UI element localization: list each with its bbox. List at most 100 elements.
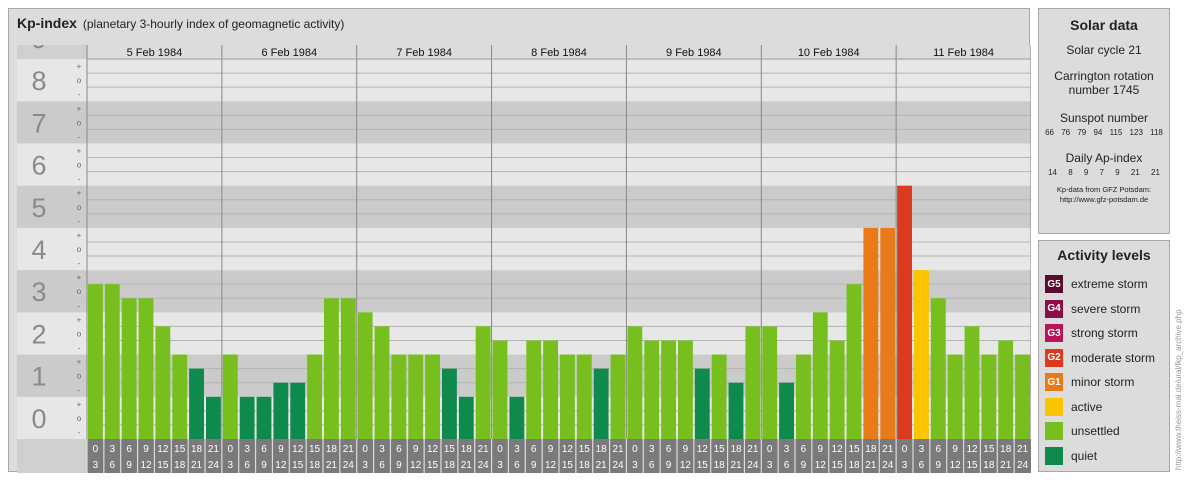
level-swatch: G2 <box>1045 348 1063 367</box>
interval-end-label: 15 <box>562 460 574 471</box>
level-swatch: G4 <box>1045 299 1063 318</box>
kp-subtick: o <box>77 161 82 170</box>
interval-start-label: 15 <box>714 444 726 455</box>
kp-subtick: o <box>77 329 82 338</box>
kp-bar <box>239 396 255 439</box>
interval-start-label: 9 <box>683 444 689 455</box>
kp-subtick: - <box>78 132 81 141</box>
kp-bar <box>981 354 997 439</box>
kp-bar <box>796 354 811 439</box>
interval-end-label: 12 <box>410 460 422 471</box>
kp-bar <box>273 382 289 439</box>
kp-bar <box>509 396 525 439</box>
kp-bar <box>307 354 322 439</box>
kp-subtick: + <box>77 189 82 198</box>
interval-end-label: 6 <box>110 460 116 471</box>
kp-bar <box>222 354 238 439</box>
kp-subtick: - <box>78 344 81 353</box>
interval-end-label: 12 <box>815 460 827 471</box>
kp-bar <box>290 382 306 439</box>
kp-bar <box>357 312 373 439</box>
interval-end-label: 24 <box>882 460 894 471</box>
kp-level-label: 2 <box>31 319 46 349</box>
interval-start-label: 6 <box>531 444 537 455</box>
kp-bar <box>138 298 154 439</box>
kp-bar <box>172 354 188 439</box>
level-item: active <box>1045 397 1102 417</box>
kp-bar <box>846 284 862 439</box>
kp-subtick: - <box>78 90 81 99</box>
interval-start-label: 6 <box>666 444 672 455</box>
interval-start-label: 9 <box>413 444 419 455</box>
interval-end-label: 21 <box>865 460 877 471</box>
solar-data-panel: Solar data Solar cycle 21 Carrington rot… <box>1038 8 1170 234</box>
kp-bar <box>104 284 120 439</box>
interval-start-label: 18 <box>461 444 473 455</box>
level-swatch <box>1045 422 1063 440</box>
kp-bar <box>189 368 204 439</box>
interval-start-label: 6 <box>396 444 402 455</box>
interval-start-label: 12 <box>292 444 304 455</box>
kp-chart: 0123456789-o+-o+-o+-o+-o+-o+-o+-o+-o+5 F… <box>17 45 1031 473</box>
kp-subtick: + <box>77 231 82 240</box>
interval-end-label: 24 <box>208 460 220 471</box>
interval-start-label: 9 <box>143 444 149 455</box>
date-label: 8 Feb 1984 <box>531 47 587 59</box>
kp-bar <box>947 354 963 439</box>
level-label: extreme storm <box>1071 277 1148 291</box>
activity-levels-title: Activity levels <box>1057 247 1151 263</box>
level-swatch <box>1045 446 1063 465</box>
interval-start-label: 21 <box>208 444 220 455</box>
interval-start-label: 3 <box>784 444 790 455</box>
sunspot-values: 66 76 79 94 115 123 118 <box>1045 128 1163 137</box>
interval-end-label: 15 <box>427 460 439 471</box>
interval-start-label: 12 <box>562 444 574 455</box>
kp-bar <box>442 368 457 439</box>
level-swatch <box>1045 397 1063 416</box>
kp-bar <box>492 340 508 439</box>
source-line1: Kp-data from GFZ Potsdam: <box>1056 185 1152 194</box>
interval-end-label: 9 <box>531 460 537 471</box>
kp-bar <box>256 396 272 439</box>
kp-subtick: + <box>77 358 82 367</box>
interval-end-label: 15 <box>966 460 978 471</box>
kp-subtick: o <box>77 414 82 423</box>
interval-end-label: 6 <box>919 460 925 471</box>
kp-bar <box>576 354 592 439</box>
solar-data-title: Solar data <box>1070 17 1138 33</box>
level-swatch: G5 <box>1045 275 1063 293</box>
interval-start-label: 12 <box>157 444 169 455</box>
interval-start-label: 15 <box>444 444 456 455</box>
interval-end-label: 24 <box>612 460 624 471</box>
kp-subtitle: (planetary 3-hourly index of geomagnetic… <box>82 17 345 31</box>
interval-start-label: 3 <box>649 444 655 455</box>
kp-bar <box>526 340 542 439</box>
interval-end-label: 12 <box>950 460 962 471</box>
interval-start-label: 3 <box>244 444 250 455</box>
interval-end-label: 15 <box>157 460 169 471</box>
kp-subtick: + <box>77 146 82 155</box>
interval-start-label: 12 <box>832 444 844 455</box>
interval-end-label: 6 <box>649 460 655 471</box>
interval-start-label: 15 <box>848 444 860 455</box>
interval-end-label: 3 <box>497 460 503 471</box>
interval-start-label: 12 <box>966 444 978 455</box>
level-item: G5 extreme storm <box>1045 274 1148 294</box>
level-swatch: G3 <box>1045 324 1063 342</box>
kp-bar <box>678 340 693 439</box>
interval-end-label: 21 <box>1000 460 1012 471</box>
interval-start-label: 0 <box>632 444 638 455</box>
kp-subtick: o <box>77 245 82 254</box>
interval-end-label: 9 <box>801 460 807 471</box>
kp-bar <box>779 382 794 439</box>
interval-end-label: 6 <box>244 460 250 471</box>
kp-header: Kp-index (planetary 3-hourly index of geo… <box>9 9 344 37</box>
interval-start-label: 12 <box>697 444 709 455</box>
interval-end-label: 9 <box>936 460 942 471</box>
interval-end-label: 18 <box>983 460 995 471</box>
interval-end-label: 9 <box>396 460 402 471</box>
ap-values: 14 8 9 7 9 21 21 <box>1048 168 1160 177</box>
interval-start-label: 18 <box>1000 444 1012 455</box>
source-line2: http://www.gfz-potsdam.de <box>1059 195 1149 204</box>
interval-end-label: 3 <box>902 460 908 471</box>
